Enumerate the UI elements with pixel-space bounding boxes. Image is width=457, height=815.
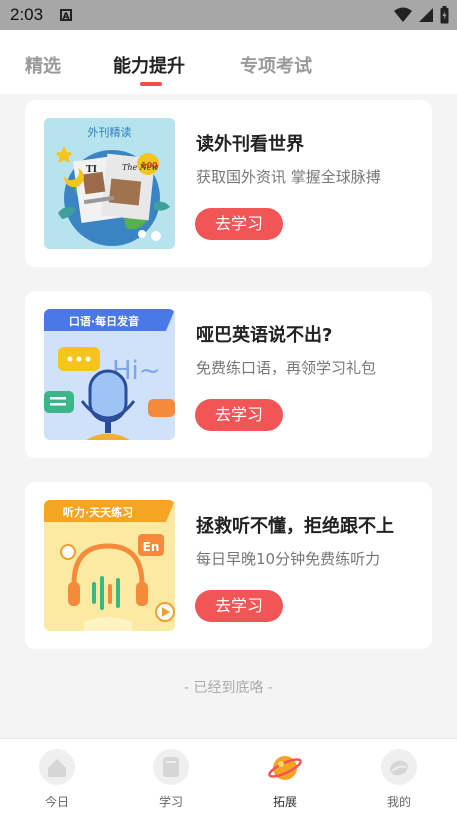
home-icon (39, 749, 75, 785)
top-tab-bar: 精选 能力提升 专项考试 (0, 30, 457, 94)
active-tab-indicator (140, 82, 162, 86)
speaking-thumbnail: 口语·每日发音 Hi~ (44, 309, 175, 440)
microphone-illustration: 口语·每日发音 Hi~ (44, 309, 175, 440)
bottom-nav-bar: 今日 学习 拓展 我的 (0, 738, 457, 815)
profile-icon (381, 749, 417, 785)
course-card-reading[interactable]: TI The New 100 外刊精读 读外刊看世界 获取国外资讯 掌握全球脉搏… (25, 100, 432, 267)
thumb-caption-reading: 外刊精读 (88, 125, 132, 139)
thumb-caption-listening: 听力·天天练习 (63, 505, 133, 519)
start-learning-button-listening[interactable]: 去学习 (195, 590, 283, 622)
tab-featured[interactable]: 精选 (25, 52, 61, 78)
card-desc-reading: 获取国外资讯 掌握全球脉搏 (196, 168, 381, 186)
listening-thumbnail: 听力·天天练习 En (44, 500, 175, 631)
nav-item-profile[interactable]: 我的 (342, 739, 456, 815)
headphones-illustration: 听力·天天练习 En (44, 500, 175, 631)
tab-skill-improvement[interactable]: 能力提升 (113, 52, 185, 78)
nav-item-today[interactable]: 今日 (0, 739, 114, 815)
course-card-listening[interactable]: 听力·天天练习 En 拯救听不懂，拒绝跟不上 每日早晚10分钟免费练听力 去学习 (25, 482, 432, 649)
battery-icon (440, 6, 449, 24)
en-badge: En (143, 540, 160, 554)
nav-item-explore[interactable]: 拓展 (228, 739, 342, 815)
status-bar: 2:03 A (0, 0, 457, 30)
tab-special-exam[interactable]: 专项考试 (240, 52, 312, 78)
card-title-speaking: 哑巴英语说不出? (196, 325, 333, 346)
card-desc-speaking: 免费练口语，再领学习礼包 (196, 359, 377, 377)
card-desc-listening: 每日早晚10分钟免费练听力 (196, 550, 381, 568)
svg-text:TI: TI (86, 165, 97, 175)
nav-label-profile: 我的 (386, 795, 411, 809)
signal-icon (419, 8, 433, 22)
nav-label-explore: 拓展 (272, 795, 297, 809)
nav-label-study: 学习 (158, 795, 183, 809)
status-time: 2:03 (10, 5, 44, 24)
notification-a-icon: A (60, 9, 72, 22)
planet-icon (268, 756, 302, 780)
wifi-icon (394, 7, 412, 22)
course-card-speaking[interactable]: 口语·每日发音 Hi~ 哑巴英语说不出? 免费练口语，再领学习礼包 去学习 (25, 291, 432, 458)
hundred-badge: 100 (141, 161, 158, 170)
reading-thumbnail: TI The New 100 外刊精读 (44, 118, 175, 249)
start-learning-button-reading[interactable]: 去学习 (195, 208, 283, 240)
card-title-listening: 拯救听不懂，拒绝跟不上 (196, 516, 394, 537)
card-title-reading: 读外刊看世界 (196, 134, 304, 155)
study-icon (153, 749, 189, 785)
content-area[interactable]: TI The New 100 外刊精读 读外刊看世界 获取国外资讯 掌握全球脉搏… (0, 94, 457, 738)
newspaper-globe-illustration: TI The New 100 外刊精读 (44, 118, 175, 249)
nav-label-today: 今日 (44, 795, 69, 809)
thumb-caption-speaking: 口语·每日发音 (69, 314, 139, 328)
start-learning-button-speaking[interactable]: 去学习 (195, 399, 283, 431)
end-of-list-note: - 已经到底咯 - (183, 680, 273, 696)
nav-item-study[interactable]: 学习 (114, 739, 228, 815)
